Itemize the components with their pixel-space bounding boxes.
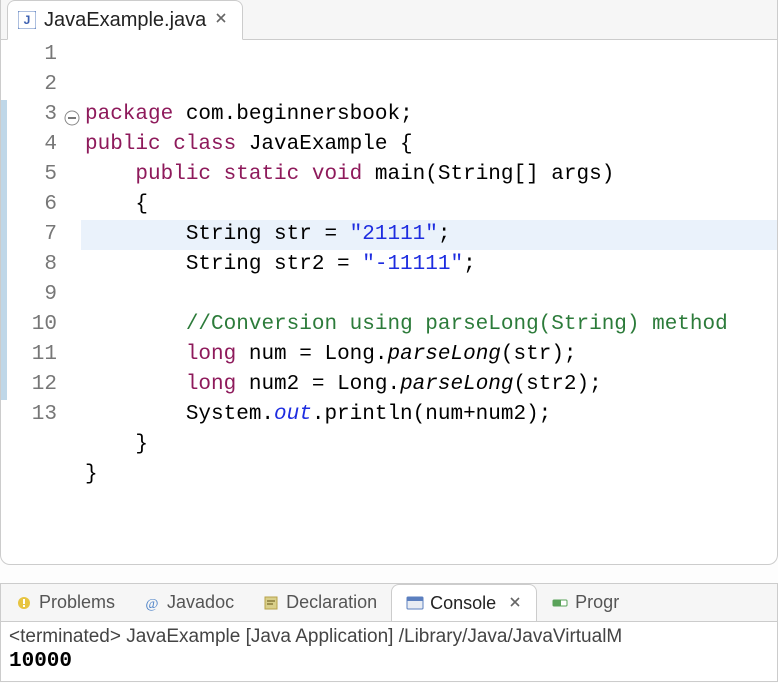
java-file-icon: J bbox=[18, 11, 36, 29]
console-body: <terminated> JavaExample [Java Applicati… bbox=[1, 622, 777, 681]
line-number: 12 bbox=[7, 370, 59, 400]
code-text[interactable]: package com.beginnersbook;public class J… bbox=[81, 40, 777, 550]
line-number: 1 bbox=[7, 40, 59, 70]
problems-icon bbox=[15, 594, 33, 612]
line-number: 4 bbox=[7, 130, 59, 160]
progress-icon bbox=[551, 594, 569, 612]
close-icon[interactable] bbox=[214, 11, 228, 30]
code-line[interactable]: System.out.println(num+num2); bbox=[85, 400, 777, 430]
console-output: 10000 bbox=[9, 650, 769, 673]
line-number-gutter: 12345678910111213 bbox=[7, 40, 63, 550]
code-line[interactable] bbox=[85, 280, 777, 310]
close-icon[interactable] bbox=[508, 593, 522, 614]
svg-text:@: @ bbox=[146, 597, 159, 612]
code-line[interactable]: long num2 = Long.parseLong(str2); bbox=[85, 370, 777, 400]
fold-toggle-icon[interactable] bbox=[64, 107, 80, 123]
code-line[interactable]: package com.beginnersbook; bbox=[85, 100, 777, 130]
code-line[interactable]: public static void main(String[] args) bbox=[85, 160, 777, 190]
code-line[interactable]: { bbox=[85, 190, 777, 220]
code-line[interactable]: String str = "21111"; bbox=[85, 220, 777, 250]
code-line[interactable]: String str2 = "-11111"; bbox=[85, 250, 777, 280]
declaration-icon bbox=[262, 594, 280, 612]
line-number: 5 bbox=[7, 160, 59, 190]
editor-tab[interactable]: J JavaExample.java bbox=[7, 0, 243, 40]
console-icon bbox=[406, 594, 424, 612]
line-number: 2 bbox=[7, 70, 59, 100]
editor-tab-bar: J JavaExample.java bbox=[1, 0, 777, 40]
console-status: <terminated> JavaExample [Java Applicati… bbox=[9, 626, 769, 648]
code-line[interactable]: } bbox=[85, 460, 777, 490]
javadoc-icon: @ bbox=[143, 594, 161, 612]
editor-pane: J JavaExample.java 12345678910111213 pac… bbox=[0, 0, 778, 565]
line-number: 7 bbox=[7, 220, 59, 250]
tab-declaration[interactable]: Declaration bbox=[248, 584, 391, 622]
tab-console[interactable]: Console bbox=[391, 584, 537, 622]
code-line[interactable]: public class JavaExample { bbox=[85, 130, 777, 160]
line-number: 13 bbox=[7, 400, 59, 430]
editor-tab-label: JavaExample.java bbox=[44, 9, 206, 32]
line-number: 10 bbox=[7, 310, 59, 340]
code-line[interactable]: } bbox=[85, 430, 777, 460]
line-number: 3 bbox=[7, 100, 59, 130]
tab-progress[interactable]: Progr bbox=[537, 584, 633, 622]
line-number: 6 bbox=[7, 190, 59, 220]
tab-javadoc[interactable]: @ Javadoc bbox=[129, 584, 248, 622]
bottom-panel: Problems @ Javadoc Declaration Console bbox=[0, 583, 778, 682]
code-line[interactable]: long num = Long.parseLong(str); bbox=[85, 340, 777, 370]
svg-text:J: J bbox=[24, 13, 31, 27]
code-line[interactable]: //Conversion using parseLong(String) met… bbox=[85, 310, 777, 340]
bottom-tab-bar: Problems @ Javadoc Declaration Console bbox=[1, 584, 777, 622]
tab-problems[interactable]: Problems bbox=[1, 584, 129, 622]
line-number: 8 bbox=[7, 250, 59, 280]
line-number: 9 bbox=[7, 280, 59, 310]
tab-label: Console bbox=[430, 593, 496, 614]
fold-strip bbox=[63, 40, 81, 550]
line-number: 11 bbox=[7, 340, 59, 370]
code-area[interactable]: 12345678910111213 package com.beginnersb… bbox=[1, 40, 777, 564]
